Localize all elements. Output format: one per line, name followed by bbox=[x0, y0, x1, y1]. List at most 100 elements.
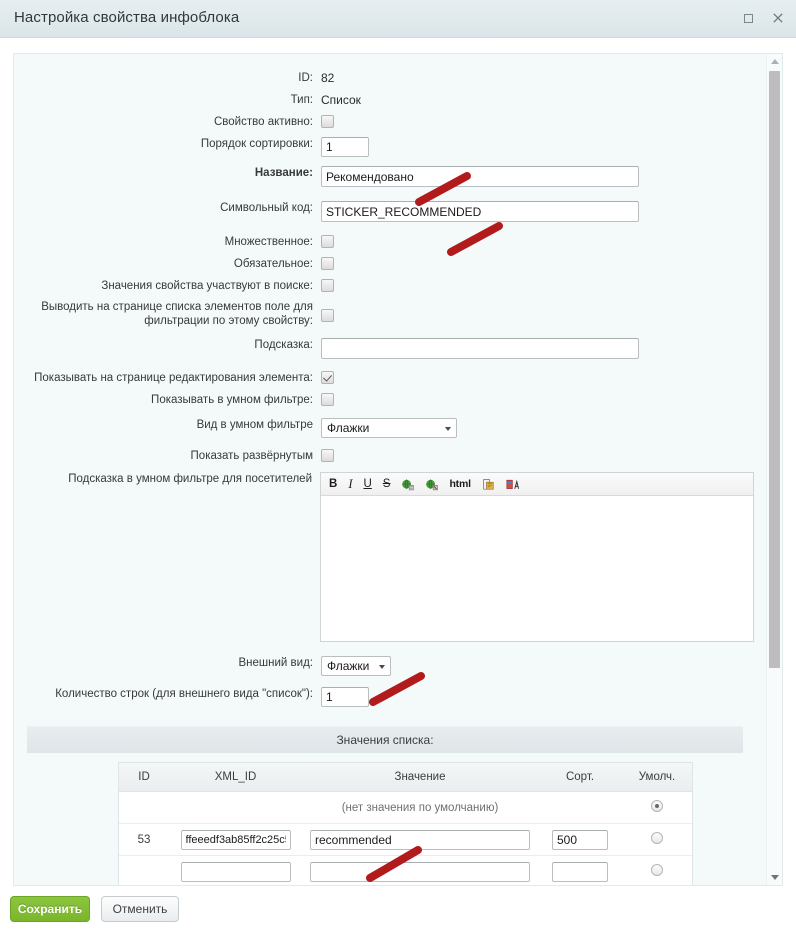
no-default-value-text: (нет значения по умолчанию) bbox=[341, 801, 499, 814]
window-controls bbox=[740, 10, 786, 26]
select-smart-view[interactable]: Флажки bbox=[321, 418, 457, 438]
underline-icon[interactable]: U bbox=[363, 473, 371, 495]
input-sort[interactable] bbox=[321, 137, 369, 157]
input-row0-sort[interactable] bbox=[552, 829, 608, 850]
label-smart-hint: Подсказка в умном фильтре для посетителе… bbox=[68, 473, 312, 485]
checkbox-required[interactable] bbox=[321, 257, 334, 270]
form-row-show-on-edit: Показывать на странице редактирования эл… bbox=[14, 371, 754, 385]
checkbox-in-search[interactable] bbox=[321, 279, 334, 292]
radio-default-none[interactable] bbox=[651, 800, 663, 812]
scroll-down-arrow-icon[interactable] bbox=[767, 870, 782, 885]
input-row0-value[interactable] bbox=[310, 829, 530, 850]
checkbox-show-expanded[interactable] bbox=[321, 449, 334, 462]
form-row-in-filter: Выводить на странице списка элементов по… bbox=[14, 300, 754, 328]
table-row: 53 bbox=[119, 823, 692, 856]
table-row bbox=[119, 855, 692, 885]
form-row-active: Свойство активно: bbox=[14, 115, 754, 129]
checkbox-active[interactable] bbox=[321, 115, 334, 128]
maximize-icon[interactable] bbox=[740, 10, 756, 26]
column-header-id: ID bbox=[119, 763, 169, 792]
select-appearance-value: Флажки bbox=[327, 659, 370, 673]
html-source-icon[interactable]: html bbox=[449, 473, 471, 495]
form-row-smart-view: Вид в умном фильтре Флажки bbox=[14, 418, 754, 438]
insert-link-icon[interactable] bbox=[401, 478, 415, 491]
editor-toolbar: B I U S html bbox=[321, 473, 753, 496]
label-rows-count: Количество строк (для внешнего вида "спи… bbox=[55, 688, 313, 700]
input-name[interactable] bbox=[321, 166, 639, 187]
spellcheck-icon[interactable] bbox=[506, 478, 519, 491]
property-settings-window: Настройка свойства инфоблока ID: 82 Тип:… bbox=[0, 0, 796, 929]
paste-icon[interactable] bbox=[482, 478, 495, 491]
label-hint: Подсказка: bbox=[254, 339, 313, 351]
input-row0-xmlid[interactable] bbox=[180, 829, 291, 850]
scroll-up-arrow-icon[interactable] bbox=[767, 54, 782, 69]
label-sort: Порядок сортировки: bbox=[200, 138, 313, 150]
radio-row0-default[interactable] bbox=[651, 832, 663, 844]
column-header-xmlid: XML_ID bbox=[169, 763, 302, 792]
window-title: Настройка свойства инфоблока bbox=[14, 9, 240, 26]
label-appearance: Внешний вид: bbox=[238, 657, 313, 669]
checkbox-in-filter[interactable] bbox=[321, 309, 334, 322]
remove-link-icon[interactable] bbox=[425, 478, 439, 491]
column-header-value: Значение bbox=[302, 763, 538, 792]
cancel-button[interactable]: Отменить bbox=[101, 896, 179, 922]
label-code: Символьный код: bbox=[220, 202, 313, 214]
form-row-type: Тип: Список bbox=[14, 93, 754, 107]
form-row-rows-count: Количество строк (для внешнего вида "спи… bbox=[14, 687, 754, 707]
form-row-smart-hint: Подсказка в умном фильтре для посетителе… bbox=[14, 472, 754, 642]
checkbox-multiple[interactable] bbox=[321, 235, 334, 248]
form-row-required: Обязательное: bbox=[14, 257, 754, 271]
label-id: ID: bbox=[298, 72, 313, 84]
input-rows-count[interactable] bbox=[321, 687, 369, 707]
input-hint[interactable] bbox=[321, 338, 639, 359]
label-in-search: Значения свойства участвуют в поиске: bbox=[101, 280, 313, 292]
window-titlebar: Настройка свойства инфоблока bbox=[0, 0, 796, 38]
label-show-on-edit: Показывать на странице редактирования эл… bbox=[34, 372, 313, 384]
chevron-down-icon bbox=[379, 665, 385, 669]
save-button[interactable]: Сохранить bbox=[10, 896, 90, 922]
form-row-show-in-smart: Показывать в умном фильтре: bbox=[14, 393, 754, 407]
form-row-appearance: Внешний вид: Флажки bbox=[14, 656, 754, 676]
input-code[interactable] bbox=[321, 201, 639, 222]
table-header-row: ID XML_ID Значение Сорт. Умолч. bbox=[119, 763, 692, 792]
column-header-sort: Сорт. bbox=[538, 763, 622, 792]
input-row1-xmlid[interactable] bbox=[180, 861, 291, 882]
smart-hint-editor-body[interactable] bbox=[321, 496, 753, 641]
label-required: Обязательное: bbox=[233, 258, 313, 270]
italic-icon[interactable]: I bbox=[348, 473, 352, 495]
value-type: Список bbox=[321, 93, 361, 107]
label-show-expanded: Показать развёрнутым bbox=[190, 450, 313, 462]
list-values-section-title: Значения списка: bbox=[27, 726, 743, 753]
label-in-filter: Выводить на странице списка элементов по… bbox=[41, 301, 313, 327]
form-row-id: ID: 82 bbox=[14, 71, 754, 85]
checkbox-show-on-edit[interactable] bbox=[321, 371, 334, 384]
bold-icon[interactable]: B bbox=[329, 473, 337, 495]
settings-panel: ID: 82 Тип: Список Свойство активно: Пор… bbox=[13, 53, 783, 886]
vertical-scrollbar[interactable] bbox=[766, 54, 782, 885]
form-row-hint: Подсказка: bbox=[14, 338, 754, 359]
input-row1-sort[interactable] bbox=[552, 861, 608, 882]
table-row-default: (нет значения по умолчанию) bbox=[119, 791, 692, 824]
strikethrough-icon[interactable]: S bbox=[383, 473, 391, 495]
scrollbar-thumb[interactable] bbox=[769, 71, 780, 668]
list-values-section-label: Значения списка: bbox=[336, 733, 434, 747]
checkbox-show-in-smart[interactable] bbox=[321, 393, 334, 406]
smart-hint-editor: B I U S html bbox=[320, 472, 754, 642]
column-header-default: Умолч. bbox=[622, 763, 692, 792]
value-id: 82 bbox=[321, 71, 335, 85]
form-row-sort: Порядок сортировки: bbox=[14, 137, 754, 157]
label-active: Свойство активно: bbox=[214, 116, 313, 128]
close-icon[interactable] bbox=[770, 10, 786, 26]
form-row-code: Символьный код: bbox=[14, 201, 754, 222]
form-row-show-expanded: Показать развёрнутым bbox=[14, 449, 754, 463]
label-type: Тип: bbox=[290, 94, 313, 106]
chevron-down-icon bbox=[445, 427, 451, 431]
input-row1-value[interactable] bbox=[310, 861, 530, 882]
label-name: Название: bbox=[254, 167, 313, 179]
form-row-in-search: Значения свойства участвуют в поиске: bbox=[14, 279, 754, 293]
select-smart-view-value: Флажки bbox=[327, 421, 370, 435]
cell-row0-id: 53 bbox=[119, 823, 169, 856]
select-appearance[interactable]: Флажки bbox=[321, 656, 391, 676]
label-smart-view: Вид в умном фильтре bbox=[196, 419, 313, 431]
radio-row1-default[interactable] bbox=[651, 864, 663, 876]
